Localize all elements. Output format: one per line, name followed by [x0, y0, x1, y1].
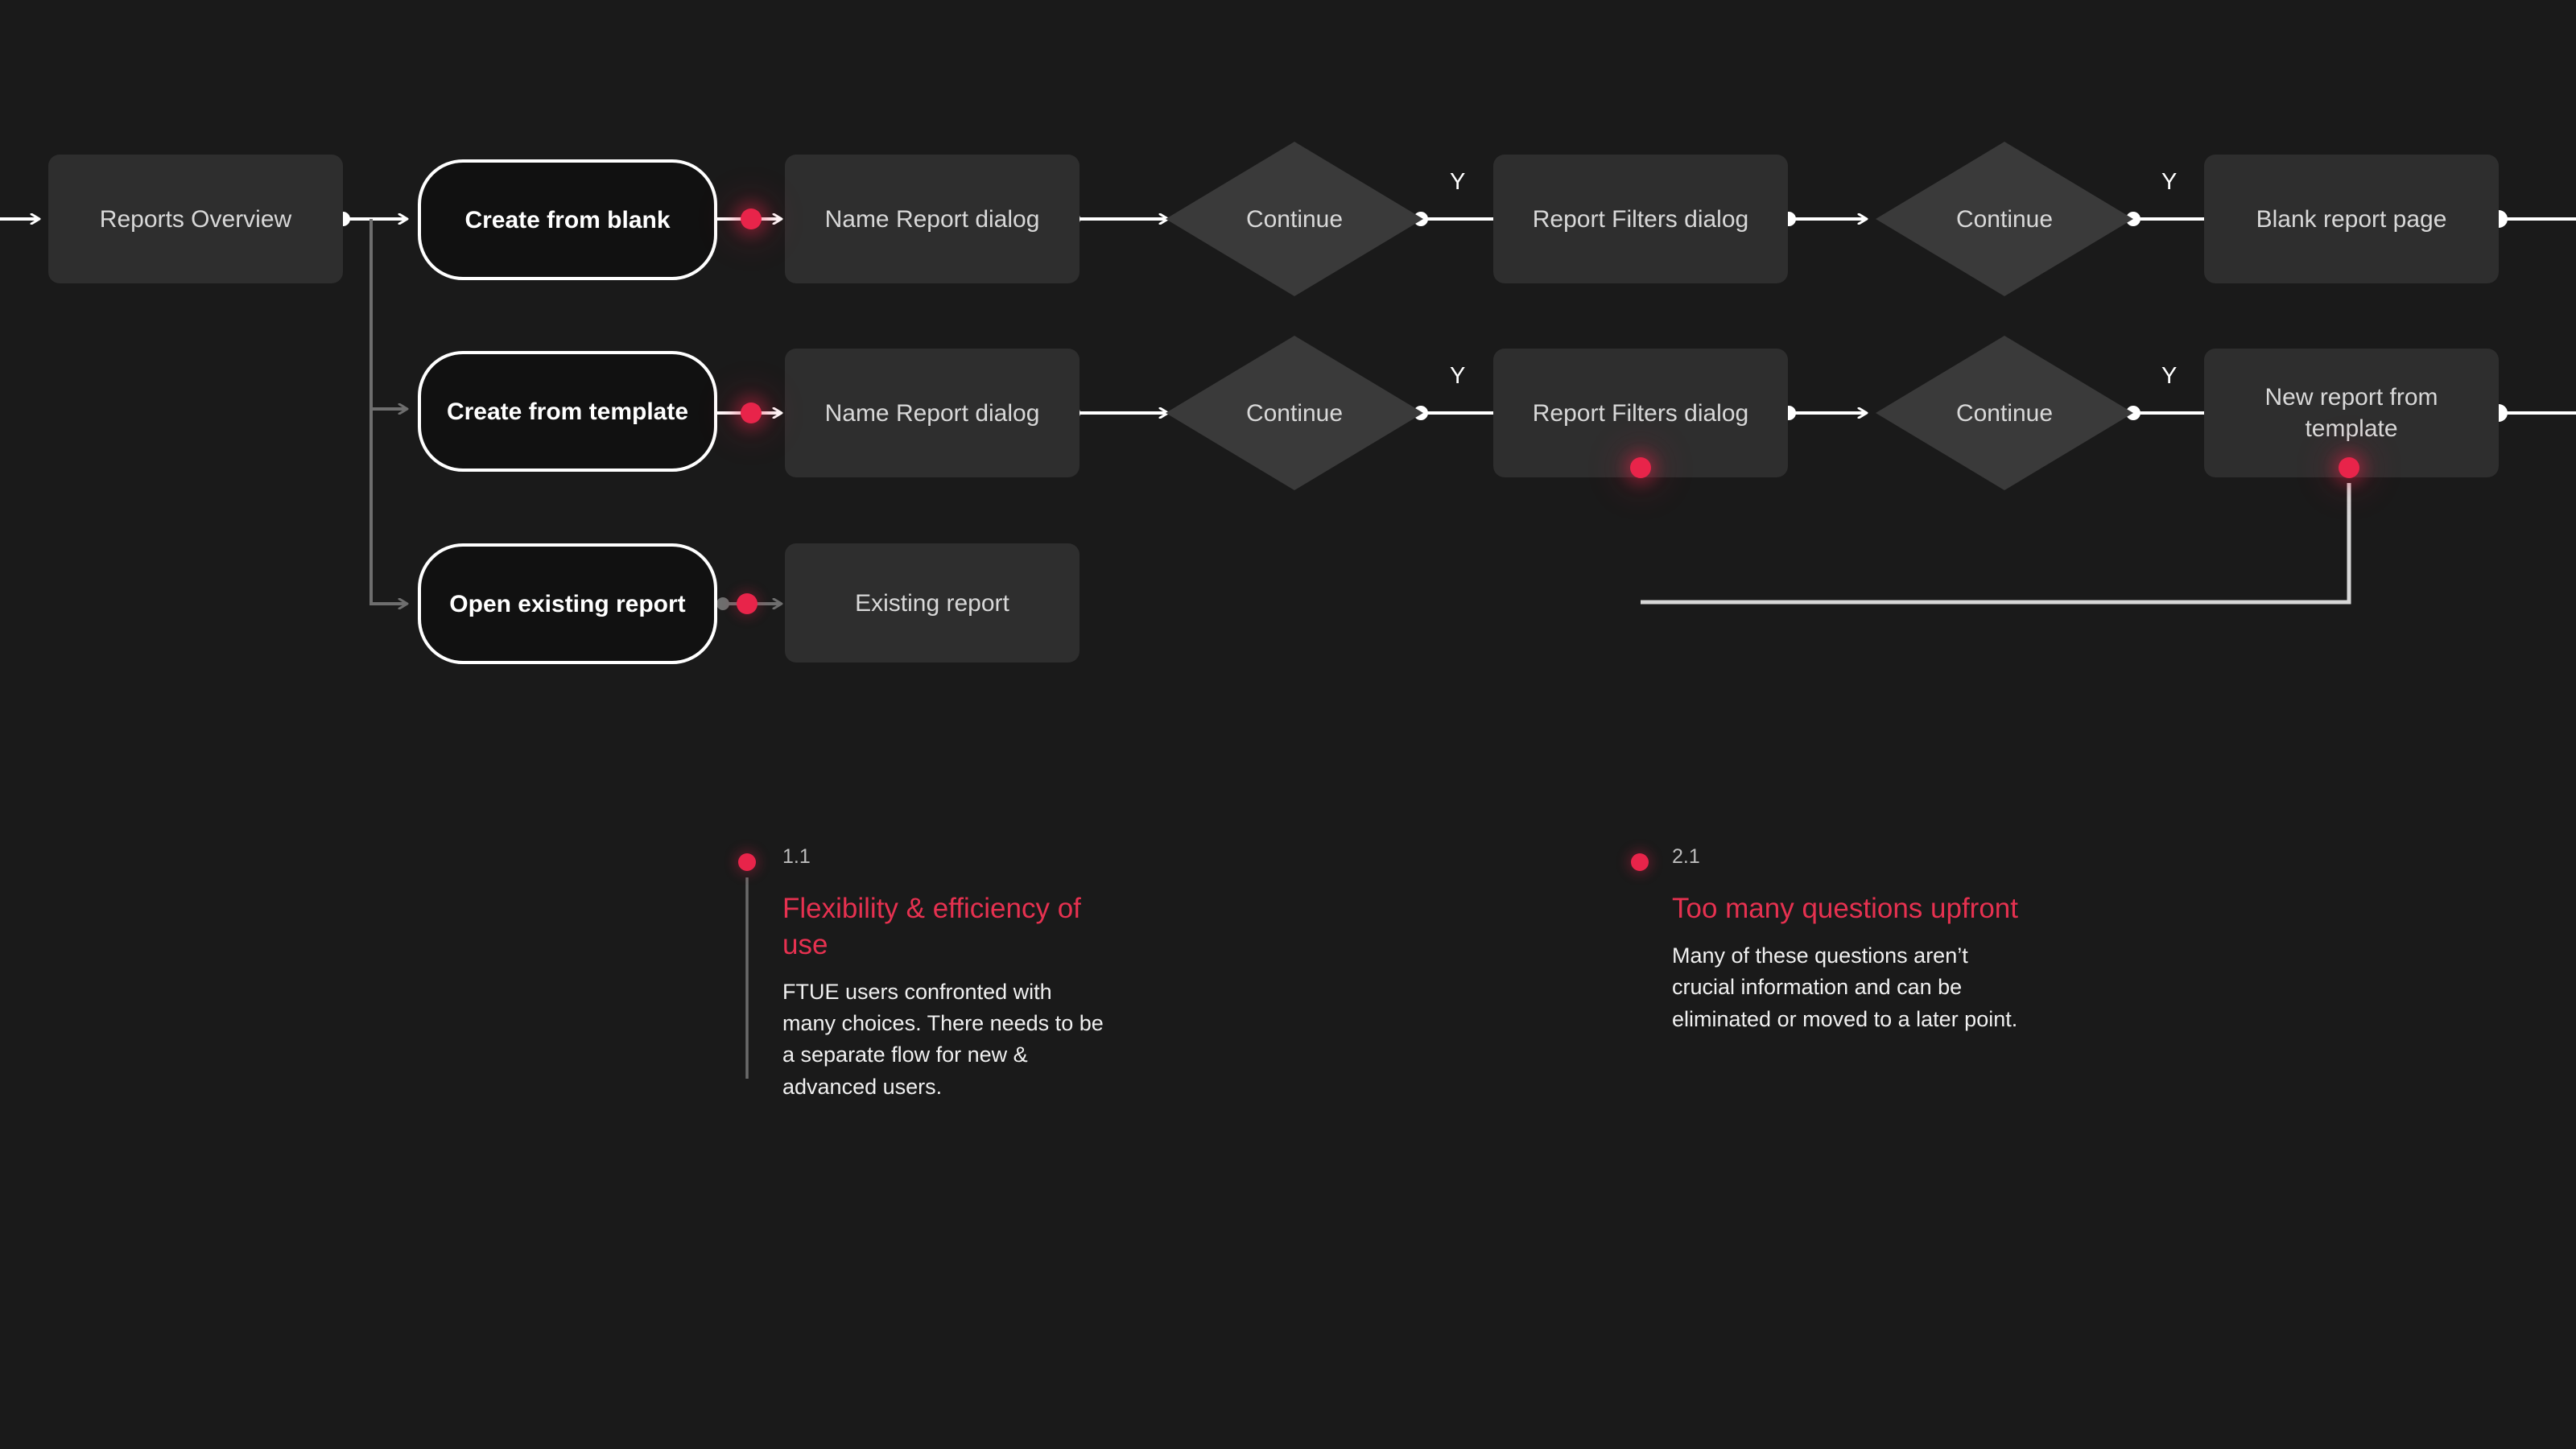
annotation-2: 2.1 Too many questions upfront Many of t…: [1672, 847, 2026, 1035]
node-continue-1[interactable]: Continue: [1166, 142, 1423, 296]
node-name-report-dialog-2-label: Name Report dialog: [824, 399, 1040, 427]
node-continue-2-label: Continue: [1955, 205, 2054, 233]
annotation-1: 1.1 Flexibility & efficiency of use FTUE…: [782, 847, 1104, 1103]
annotation-2-body: Many of these questions aren’t crucial i…: [1672, 943, 2018, 1031]
issue-marker-dot-new-report-from-template[interactable]: [2339, 457, 2359, 478]
node-continue-4[interactable]: Continue: [1876, 336, 2133, 490]
annotation-1-title: Flexibility & efficiency of use: [782, 893, 1081, 960]
node-continue-2[interactable]: Continue: [1876, 142, 2133, 296]
node-report-filters-dialog-1-label: Report Filters dialog: [1532, 205, 1749, 233]
node-reports-overview[interactable]: Reports Overview: [48, 155, 343, 283]
node-open-existing-report[interactable]: Open existing report: [418, 543, 717, 664]
issue-marker-dot-open-existing-report[interactable]: [737, 593, 758, 614]
annotation-1-dot[interactable]: [738, 853, 756, 871]
node-continue-3-label: Continue: [1245, 399, 1344, 427]
annotation-1-body: FTUE users confronted with many choices.…: [782, 979, 1104, 1099]
node-existing-report-label: Existing report: [855, 589, 1009, 617]
issue-marker-dot-create-from-template[interactable]: [741, 402, 762, 423]
node-report-filters-dialog-2-label: Report Filters dialog: [1532, 399, 1749, 427]
node-blank-report-page[interactable]: Blank report page: [2204, 155, 2499, 283]
annotation-2-dot[interactable]: [1631, 853, 1649, 871]
edge-label-y-4: Y: [2161, 363, 2178, 389]
annotation-2-number: 2.1: [1672, 845, 1700, 868]
node-blank-report-page-label: Blank report page: [2256, 205, 2447, 233]
node-name-report-dialog-1[interactable]: Name Report dialog: [785, 155, 1080, 283]
edge-label-y-3: Y: [1450, 363, 1466, 389]
node-continue-3[interactable]: Continue: [1166, 336, 1423, 490]
node-continue-1-label: Continue: [1245, 205, 1344, 233]
annotation-1-number: 1.1: [782, 845, 811, 868]
node-continue-4-label: Continue: [1955, 399, 2054, 427]
node-reports-overview-label: Reports Overview: [99, 205, 292, 233]
node-create-from-template-label: Create from template: [446, 398, 689, 425]
node-create-from-blank[interactable]: Create from blank: [418, 159, 717, 280]
node-name-report-dialog-2[interactable]: Name Report dialog: [785, 349, 1080, 477]
node-report-filters-dialog-1[interactable]: Report Filters dialog: [1493, 155, 1788, 283]
edge-label-y-1: Y: [1450, 169, 1466, 195]
node-new-report-from-template-label: New report from template: [2264, 384, 2438, 442]
node-existing-report[interactable]: Existing report: [785, 543, 1080, 663]
node-create-from-template[interactable]: Create from template: [418, 351, 717, 472]
node-open-existing-report-label: Open existing report: [449, 590, 686, 617]
issue-marker-dot-create-from-blank[interactable]: [741, 208, 762, 229]
annotation-2-title: Too many questions upfront: [1672, 893, 2018, 924]
issue-marker-dot-report-filters-2[interactable]: [1630, 457, 1651, 478]
node-create-from-blank-label: Create from blank: [464, 206, 671, 233]
flow-diagram-canvas: Reports Overview Create from blank Name …: [0, 0, 2576, 1449]
node-name-report-dialog-1-label: Name Report dialog: [824, 205, 1040, 233]
edge-label-y-2: Y: [2161, 169, 2178, 195]
